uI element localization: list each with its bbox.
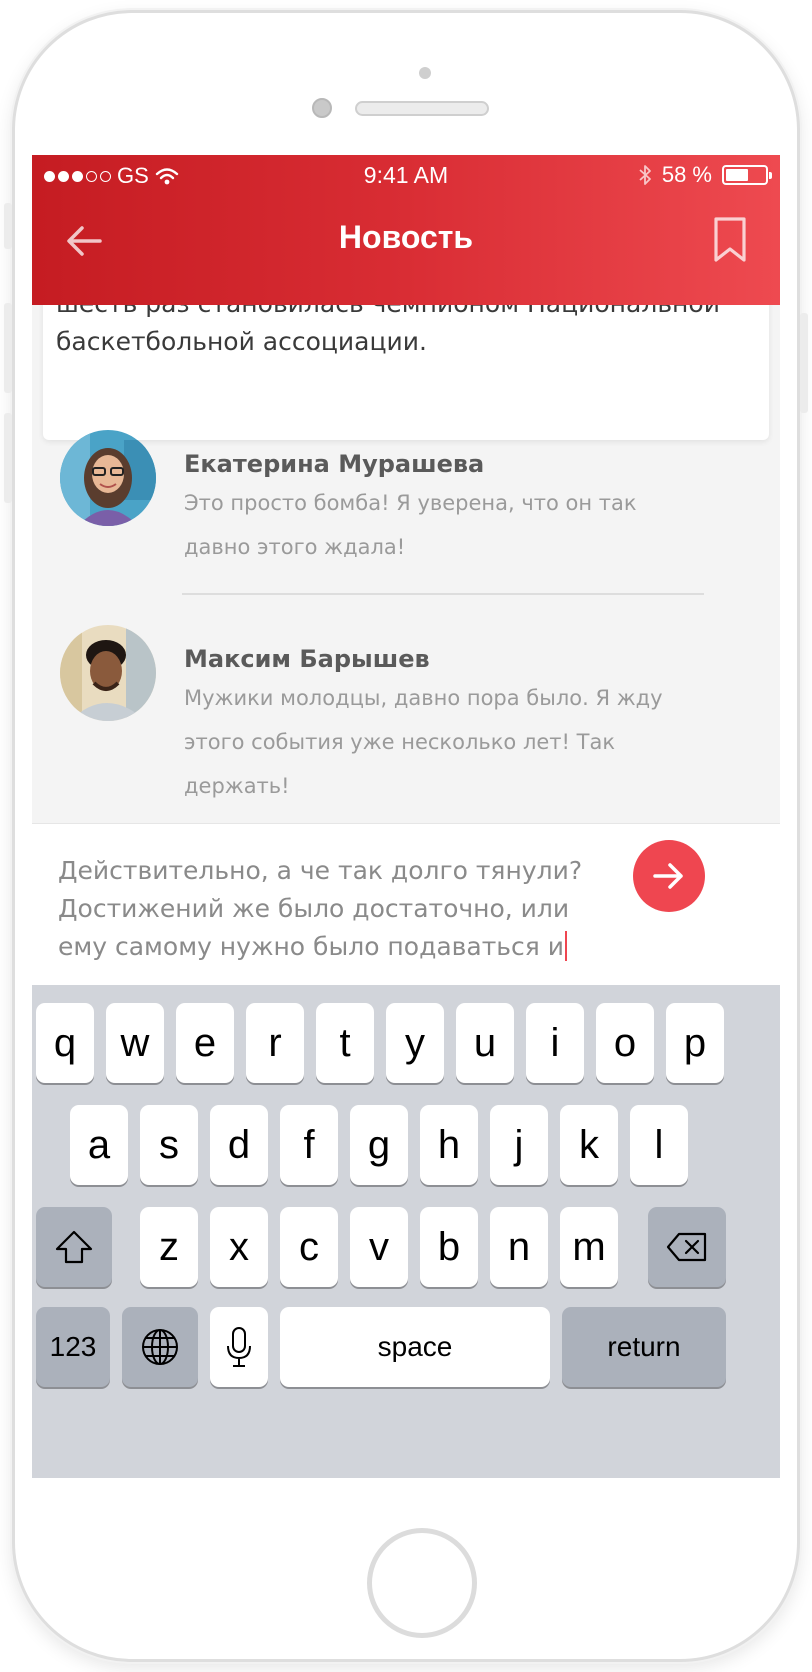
- comment-text: Мужики молодцы, давно пора было. Я жду э…: [184, 686, 663, 798]
- avatar-photo-icon: [60, 430, 156, 526]
- shift-key[interactable]: [36, 1207, 112, 1287]
- key-n[interactable]: n: [490, 1207, 548, 1287]
- mute-switch: [4, 203, 12, 249]
- microphone-icon: [227, 1327, 251, 1367]
- globe-key[interactable]: [122, 1307, 198, 1387]
- key-m[interactable]: m: [560, 1207, 618, 1287]
- app-header: GS 9:41 AM 58 % Новость: [32, 155, 780, 305]
- page-title: Новость: [338, 219, 474, 255]
- key-j[interactable]: j: [490, 1105, 548, 1185]
- comment-divider: [182, 593, 704, 595]
- key-k[interactable]: k: [560, 1105, 618, 1185]
- status-bar: GS 9:41 AM 58 %: [32, 155, 780, 193]
- dictation-key[interactable]: [210, 1307, 268, 1387]
- key-h[interactable]: h: [420, 1105, 478, 1185]
- key-w[interactable]: w: [106, 1003, 164, 1083]
- proximity-sensor: [419, 67, 431, 79]
- battery-icon: [722, 165, 772, 185]
- key-g[interactable]: g: [350, 1105, 408, 1185]
- volume-down-button: [4, 413, 12, 503]
- globe-icon: [142, 1329, 178, 1365]
- key-b[interactable]: b: [420, 1207, 478, 1287]
- comment-input-value: Действительно, а че так долго тянули? До…: [58, 856, 583, 961]
- backspace-icon: [666, 1232, 707, 1262]
- bookmark-icon: [714, 217, 746, 262]
- key-i[interactable]: i: [526, 1003, 584, 1083]
- volume-up-button: [4, 303, 12, 393]
- power-button: [800, 313, 808, 413]
- comment-text: Это просто бомба! Я уверена, что он так …: [184, 491, 637, 559]
- key-x[interactable]: x: [210, 1207, 268, 1287]
- text-caret: [565, 931, 568, 961]
- avatar[interactable]: [60, 625, 156, 721]
- comment-author[interactable]: Максим Барышев: [184, 645, 430, 673]
- avatar[interactable]: [60, 430, 156, 526]
- key-c[interactable]: c: [280, 1207, 338, 1287]
- app-screen: шесть раз становилась чемпионом Национал…: [32, 155, 780, 1478]
- comment-composer: Действительно, а че так долго тянули? До…: [32, 823, 780, 995]
- shift-icon: [55, 1230, 93, 1264]
- key-e[interactable]: e: [176, 1003, 234, 1083]
- return-key[interactable]: return: [562, 1307, 726, 1387]
- arrow-right-icon: [653, 863, 683, 889]
- key-p[interactable]: p: [666, 1003, 724, 1083]
- space-key[interactable]: space: [280, 1307, 550, 1387]
- comment-item: Максим Барышев Мужики молодцы, давно пор…: [32, 625, 780, 825]
- key-t[interactable]: t: [316, 1003, 374, 1083]
- key-r[interactable]: r: [246, 1003, 304, 1083]
- key-d[interactable]: d: [210, 1105, 268, 1185]
- battery-percent: 58 %: [661, 162, 712, 187]
- earpiece-speaker: [355, 101, 489, 116]
- front-camera: [312, 98, 332, 118]
- keyboard: q w e r t y u i o p a s d f g h j k l z …: [32, 985, 780, 1478]
- comment-input[interactable]: Действительно, а че так долго тянули? До…: [58, 852, 618, 966]
- key-f[interactable]: f: [280, 1105, 338, 1185]
- key-a[interactable]: a: [70, 1105, 128, 1185]
- key-z[interactable]: z: [140, 1207, 198, 1287]
- key-q[interactable]: q: [36, 1003, 94, 1083]
- key-o[interactable]: o: [596, 1003, 654, 1083]
- avatar-photo-icon: [60, 625, 156, 721]
- key-y[interactable]: y: [386, 1003, 444, 1083]
- send-button[interactable]: [633, 840, 705, 912]
- delete-key[interactable]: [648, 1207, 726, 1287]
- bluetooth-icon: [639, 165, 651, 185]
- key-u[interactable]: u: [456, 1003, 514, 1083]
- bookmark-button[interactable]: [710, 215, 750, 265]
- key-v[interactable]: v: [350, 1207, 408, 1287]
- comment-author[interactable]: Екатерина Мурашева: [184, 450, 484, 478]
- nav-bar: Новость: [32, 193, 780, 305]
- key-s[interactable]: s: [140, 1105, 198, 1185]
- numbers-key[interactable]: 123: [36, 1307, 110, 1387]
- home-button[interactable]: [367, 1528, 477, 1638]
- key-l[interactable]: l: [630, 1105, 688, 1185]
- comment-item: Екатерина Мурашева Это просто бомба! Я у…: [32, 430, 780, 620]
- status-right: 58 %: [638, 162, 772, 188]
